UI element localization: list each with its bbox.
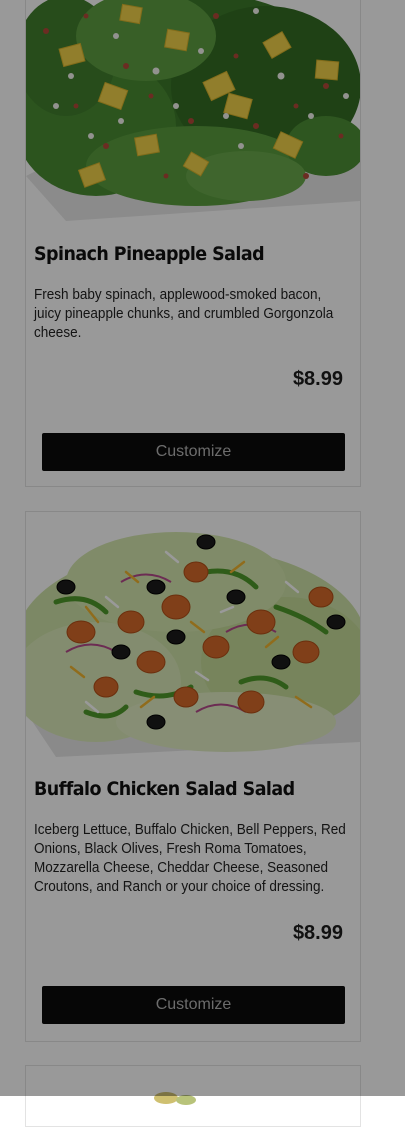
menu-item-card[interactable]: Buffalo Chicken Salad Salad Iceberg Lett… xyxy=(25,511,361,1042)
menu-item-description: Iceberg Lettuce, Buffalo Chicken, Bell P… xyxy=(34,822,346,895)
menu-item-price: $8.99 xyxy=(292,922,343,944)
spinach-pineapple-salad-image[interactable] xyxy=(26,0,360,231)
menu-item-price: $8.99 xyxy=(292,368,343,390)
buffalo-chicken-salad-image[interactable] xyxy=(26,512,360,765)
salad-photo xyxy=(26,0,360,231)
salad-photo xyxy=(26,512,360,765)
menu-item-description: Fresh baby spinach, applewood-smoked bac… xyxy=(34,287,334,341)
customize-button[interactable]: Customize xyxy=(42,433,345,471)
menu-item-card[interactable]: Spinach Pineapple Salad Fresh baby spina… xyxy=(25,0,361,487)
customize-button[interactable]: Customize xyxy=(42,986,345,1024)
menu-item-title[interactable]: Spinach Pineapple Salad xyxy=(34,243,327,265)
menu-item-card[interactable] xyxy=(25,1065,361,1127)
salad-photo xyxy=(26,1066,360,1126)
menu-item-image[interactable] xyxy=(26,1066,360,1126)
menu-item-title[interactable]: Buffalo Chicken Salad Salad xyxy=(34,778,327,800)
